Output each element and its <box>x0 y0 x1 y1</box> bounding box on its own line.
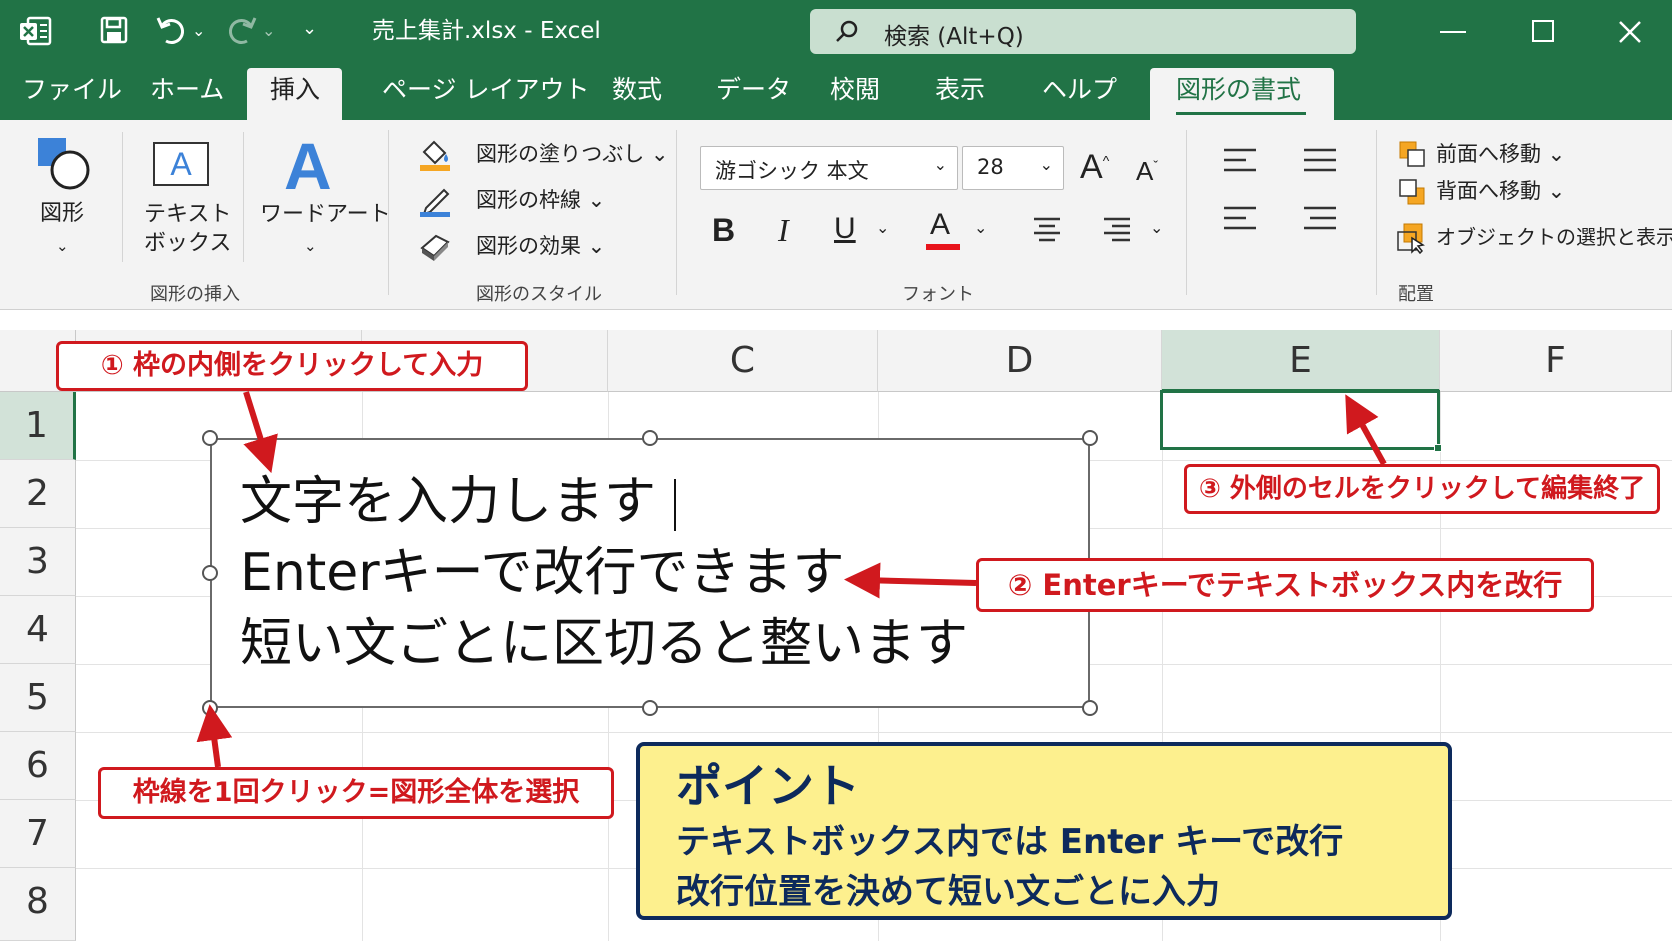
arrow-step-2 <box>844 562 977 599</box>
arrow-step-3 <box>1345 394 1387 466</box>
point-line-1: テキストボックス内では Enter キーで改行 <box>676 822 1344 862</box>
arrow-border-click <box>196 704 233 768</box>
point-title: ポイント <box>676 759 860 813</box>
point-line-2: 改行位置を決めて短い文ごとに入力 <box>676 872 1220 912</box>
arrow-step-1 <box>243 391 278 474</box>
point-box: ポイント テキストボックス内では Enter キーで改行 改行位置を決めて短い文… <box>636 742 1452 920</box>
